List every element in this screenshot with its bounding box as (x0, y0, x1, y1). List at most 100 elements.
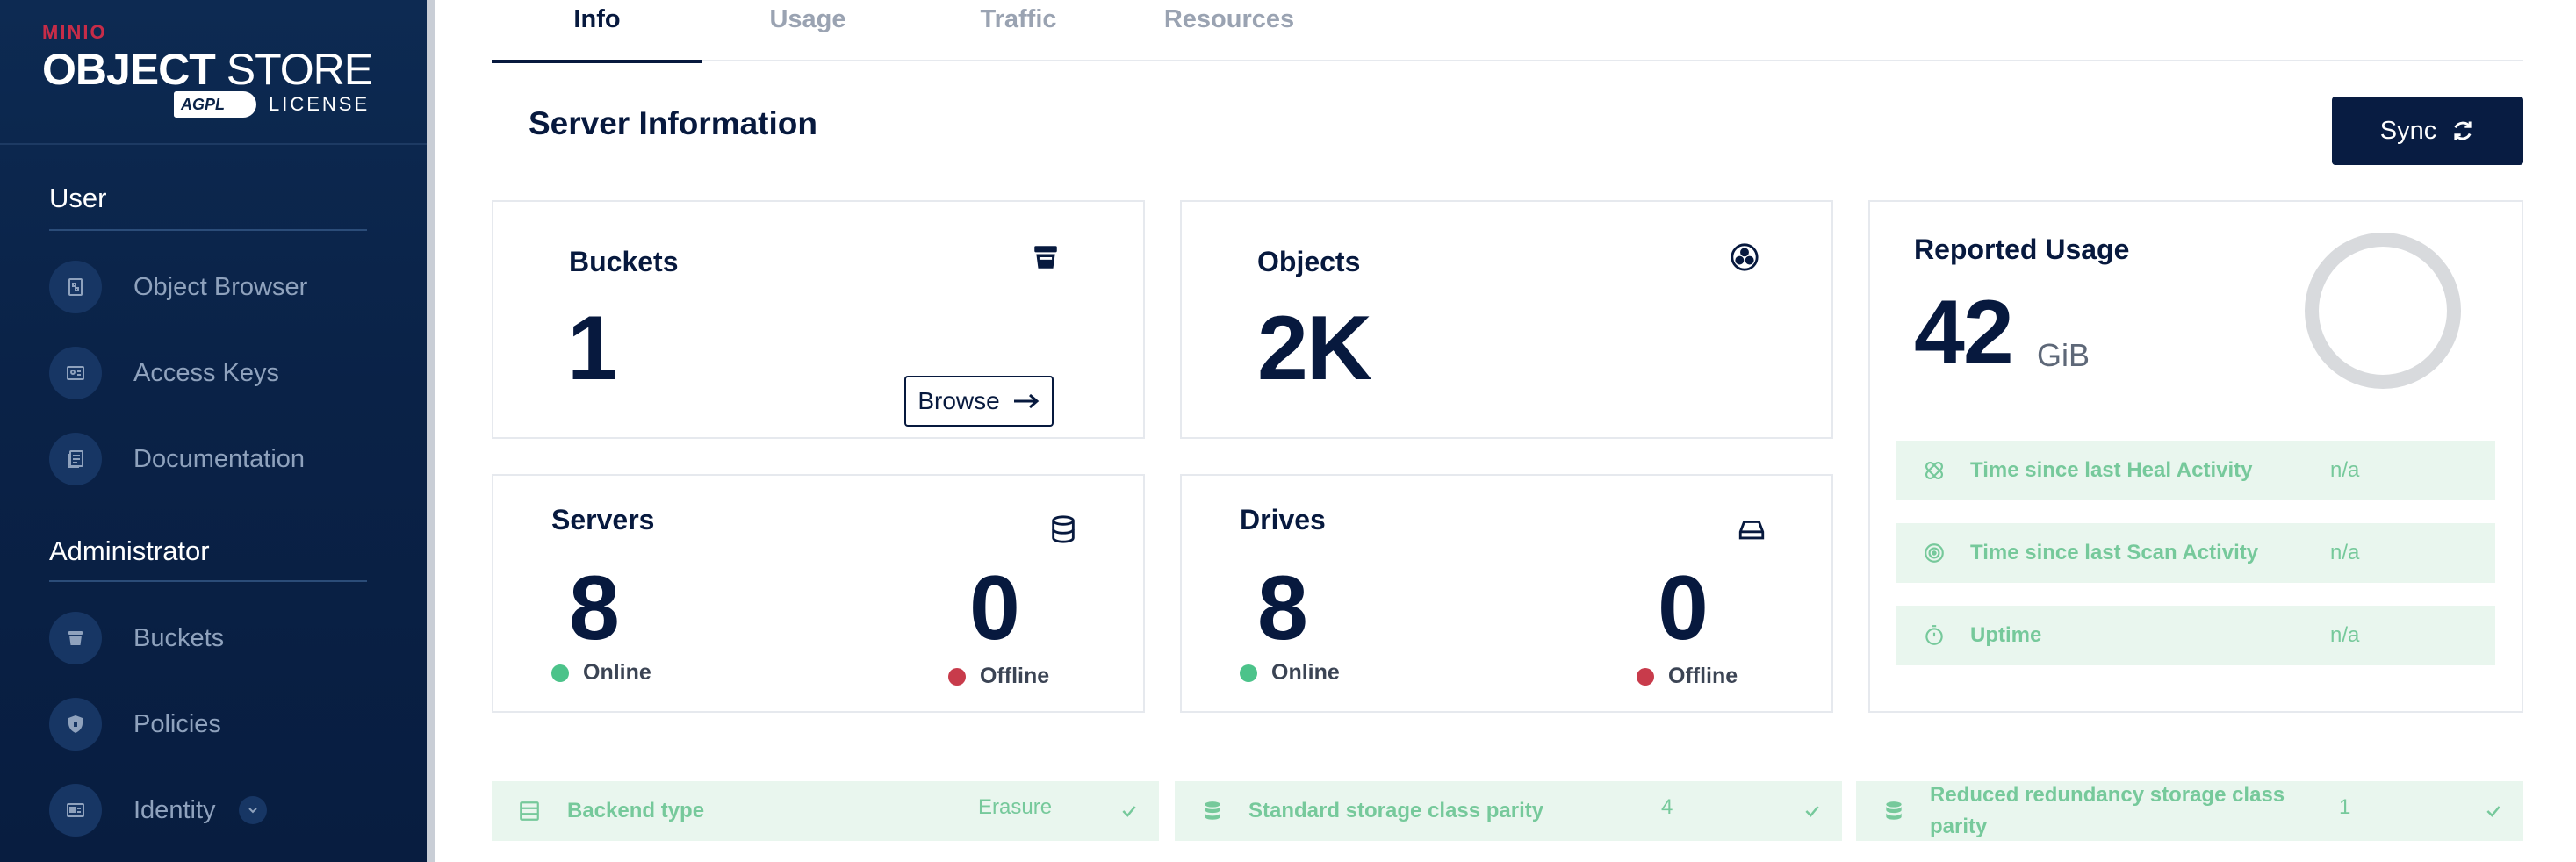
heal-activity-label: Time since last Heal Activity (1970, 458, 2253, 482)
servers-offline-label: Offline (980, 664, 1050, 688)
sidebar-item-label: Access Keys (133, 358, 279, 387)
sync-button[interactable]: Sync (2332, 97, 2523, 165)
tab-traffic[interactable]: Traffic (913, 0, 1124, 61)
bucket-icon (49, 612, 102, 664)
heal-icon (1925, 461, 1944, 480)
heal-activity-row: Time since last Heal Activity n/a (1896, 441, 2495, 500)
standard-parity-label: Standard storage class parity (1248, 799, 1544, 822)
scan-activity-label: Time since last Scan Activity (1970, 541, 2259, 564)
tab-usage[interactable]: Usage (702, 0, 913, 61)
storage-icon (1205, 801, 1220, 820)
servers-online-status: Online (551, 660, 651, 686)
reported-usage-value: 42 (1914, 282, 2014, 384)
heal-activity-value: n/a (2330, 458, 2360, 482)
buckets-title: Buckets (569, 246, 679, 277)
access-keys-icon (49, 347, 102, 399)
objects-card: Objects 2K (1180, 200, 1833, 439)
drive-icon (1738, 521, 1765, 540)
objects-count: 2K (1257, 298, 1372, 399)
drives-offline-status: Offline (1637, 664, 1738, 689)
standard-parity-row: Standard storage class parity 4 (1175, 781, 1842, 841)
uptime-row: Uptime n/a (1896, 606, 2495, 665)
logo-product-thin: STORE (226, 45, 373, 94)
reported-usage-unit: GiB (2037, 337, 2090, 373)
buckets-count: 1 (567, 298, 618, 399)
uptime-value: n/a (2330, 623, 2360, 647)
section-title-user: User (49, 183, 107, 213)
sidebar-item-label: Object Browser (133, 272, 308, 301)
drives-online-label: Online (1271, 660, 1340, 685)
refresh-icon (2454, 121, 2472, 140)
object-browser-icon (49, 261, 102, 313)
logo-license: LICENSE (269, 93, 371, 115)
section-rule (49, 229, 367, 231)
servers-offline-count: 0 (969, 557, 1020, 659)
scan-icon (1925, 543, 1944, 563)
servers-card: Servers 8 Online 0 Offline (492, 474, 1145, 713)
documentation-icon (49, 433, 102, 485)
id-card-icon (49, 784, 102, 837)
sidebar-item-label: Documentation (133, 444, 306, 473)
online-dot (551, 664, 569, 682)
servers-offline-status: Offline (948, 664, 1049, 689)
backend-type-label: Backend type (567, 799, 705, 822)
logo-divider (0, 143, 427, 145)
reported-usage-title: Reported Usage (1914, 233, 2130, 265)
check-icon (2486, 806, 2500, 817)
agpl-badge: AGPL (174, 91, 256, 118)
drives-card: Drives 8 Online 0 Offline (1180, 474, 1833, 713)
drives-offline-count: 0 (1658, 557, 1709, 659)
sync-label: Sync (2379, 116, 2437, 145)
servers-online-count: 8 (569, 557, 620, 659)
browse-label: Browse (917, 387, 1000, 414)
standard-parity-value: 4 (1661, 795, 1673, 819)
drives-online-status: Online (1240, 660, 1340, 686)
objects-icon (1731, 243, 1759, 271)
server-icon (1052, 515, 1075, 543)
bucket-icon (1034, 246, 1057, 269)
check-icon (1122, 806, 1136, 817)
section-title-administrator: Administrator (49, 535, 210, 566)
check-icon (1805, 806, 1819, 817)
sidebar-item-object-browser[interactable]: Object Browser (49, 256, 383, 318)
sidebar-scrollbar[interactable] (427, 0, 435, 862)
tab-bar: Info Usage Traffic Resources (492, 0, 2523, 63)
sidebar-item-label: Policies (133, 709, 221, 738)
tab-info[interactable]: Info (492, 0, 702, 63)
uptime-label: Uptime (1970, 623, 2042, 647)
logo-product-bold: OBJECT (42, 45, 216, 94)
browse-button[interactable]: Browse (904, 376, 1054, 427)
online-dot (1240, 664, 1257, 682)
page-title: Server Information (529, 105, 817, 141)
backend-type-value: Erasure (978, 795, 1053, 819)
chevron-down-icon[interactable] (238, 796, 267, 824)
drives-offline-label: Offline (1668, 664, 1738, 688)
section-rule (49, 580, 367, 582)
objects-title: Objects (1257, 246, 1361, 277)
sidebar-item-identity[interactable]: Identity (49, 779, 383, 841)
timer-icon (1925, 625, 1943, 645)
tab-resources[interactable]: Resources (1124, 0, 1335, 61)
backend-icon (520, 801, 539, 821)
sidebar-item-documentation[interactable]: Documentation (49, 428, 383, 490)
offline-dot (1637, 667, 1654, 686)
sidebar-item-buckets[interactable]: Buckets (49, 607, 383, 669)
minio-logo[interactable]: MINIO OBJECT STORE AGPL LICENSE (42, 21, 376, 119)
sidebar: MINIO OBJECT STORE AGPL LICENSE User Obj… (0, 0, 427, 862)
reduced-parity-row: Reduced redundancy storage class parity … (1856, 781, 2523, 841)
servers-title: Servers (551, 504, 655, 535)
backend-type-row: Backend type Erasure (492, 781, 1159, 841)
shield-icon (49, 698, 102, 751)
sidebar-item-label: Buckets (133, 623, 225, 652)
sidebar-item-label: Identity (133, 795, 216, 824)
sidebar-item-access-keys[interactable]: Access Keys (49, 342, 383, 404)
drives-online-count: 8 (1257, 557, 1308, 659)
offline-dot (948, 667, 966, 686)
arrow-right-icon (1013, 393, 1039, 409)
logo-brand: MINIO (42, 21, 107, 43)
drives-title: Drives (1240, 504, 1326, 535)
sidebar-item-policies[interactable]: Policies (49, 693, 383, 755)
logo-product: OBJECT STORE (42, 44, 373, 95)
scan-activity-row: Time since last Scan Activity n/a (1896, 523, 2495, 583)
servers-online-label: Online (583, 660, 651, 685)
